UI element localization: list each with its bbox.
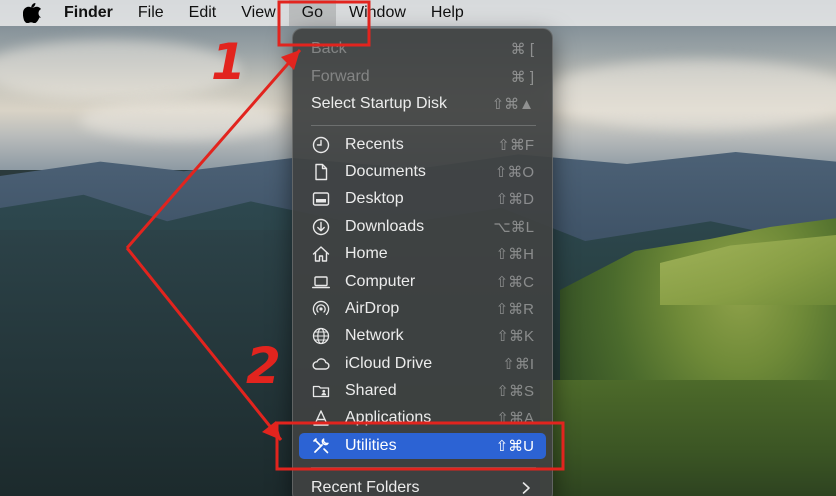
menu-item-utilities[interactable]: Utilities ⇧⌘U	[299, 433, 546, 459]
step-number-1: 1	[211, 33, 246, 91]
menu-item-label: Recents	[345, 136, 404, 153]
menu-item-label: AirDrop	[345, 300, 400, 317]
shared-folder-icon	[312, 385, 330, 398]
menu-help[interactable]: Help	[431, 0, 464, 26]
menu-item-label: Recent Folders	[311, 479, 420, 496]
menu-item-shortcut: ⇧⌘A	[496, 410, 534, 427]
menu-item-computer[interactable]: Computer ⇧⌘C	[299, 269, 546, 295]
menu-item-label: Applications	[345, 409, 432, 426]
menu-item-shortcut: ⇧⌘I	[502, 356, 534, 373]
clock-icon	[312, 136, 330, 154]
menu-item-forward[interactable]: Forward ⌘ ]	[299, 64, 546, 90]
menu-bar: Finder File Edit View Go Window Help	[0, 0, 836, 26]
menu-item-shortcut: ⇧⌘▲	[491, 96, 534, 113]
menu-go[interactable]: Go	[288, 0, 336, 26]
menu-item-shortcut: ⇧⌘D	[495, 191, 534, 208]
menu-item-label: Utilities	[345, 437, 397, 454]
menu-item-shortcut: ⇧⌘O	[494, 164, 534, 181]
step-number-2: 2	[246, 337, 281, 395]
menu-separator	[311, 467, 536, 468]
menu-file[interactable]: File	[138, 0, 164, 26]
tools-icon	[313, 438, 329, 454]
menu-item-downloads[interactable]: Downloads ⌥⌘L	[299, 214, 546, 240]
menu-item-label: Network	[345, 327, 404, 344]
menu-item-recents[interactable]: Recents ⇧⌘F	[299, 132, 546, 158]
cloud-icon	[312, 358, 330, 370]
menu-item-shortcut: ⌥⌘L	[493, 219, 534, 236]
menu-item-applications[interactable]: Applications ⇧⌘A	[299, 405, 546, 431]
menu-item-shortcut: ⇧⌘F	[497, 137, 534, 154]
menu-item-shortcut: ⌘ ]	[510, 69, 534, 86]
menu-item-label: Back	[311, 40, 347, 57]
airdrop-icon	[312, 300, 330, 316]
menu-item-shortcut: ⇧⌘K	[496, 328, 534, 345]
menu-finder[interactable]: Finder	[64, 0, 113, 26]
menu-item-desktop[interactable]: Desktop ⇧⌘D	[299, 186, 546, 212]
chevron-right-icon	[522, 482, 530, 494]
menu-item-network[interactable]: Network ⇧⌘K	[299, 323, 546, 349]
menu-item-shortcut: ⇧⌘H	[495, 246, 534, 263]
menu-item-select-startup-disk[interactable]: Select Startup Disk ⇧⌘▲	[299, 91, 546, 117]
menu-item-shortcut: ⇧⌘R	[495, 301, 534, 318]
menu-item-label: Shared	[345, 382, 397, 399]
menu-item-label: Select Startup Disk	[311, 95, 448, 112]
menu-item-shortcut: ⌘ [	[510, 41, 534, 58]
menu-item-shared[interactable]: Shared ⇧⌘S	[299, 378, 546, 404]
menu-edit[interactable]: Edit	[189, 0, 217, 26]
menu-item-documents[interactable]: Documents ⇧⌘O	[299, 159, 546, 185]
menu-item-home[interactable]: Home ⇧⌘H	[299, 241, 546, 267]
apple-logo-icon-svg	[23, 3, 41, 23]
laptop-icon	[312, 276, 330, 289]
menu-item-shortcut: ⇧⌘C	[495, 274, 534, 291]
menu-item-shortcut: ⇧⌘S	[496, 383, 534, 400]
menu-item-back[interactable]: Back ⌘ [	[299, 36, 546, 62]
home-icon	[312, 246, 330, 262]
menu-separator	[311, 125, 536, 126]
menu-item-label: Desktop	[345, 190, 404, 207]
menu-item-label: Downloads	[345, 218, 425, 235]
menu-item-shortcut: ⇧⌘U	[495, 438, 534, 455]
apple-logo-icon[interactable]	[22, 2, 42, 24]
menu-view[interactable]: View	[241, 0, 275, 26]
menu-window[interactable]: Window	[349, 0, 406, 26]
menu-item-label: Documents	[345, 163, 426, 180]
go-menu-dropdown: Back ⌘ [ Forward ⌘ ] Select Startup Disk…	[292, 28, 553, 496]
download-icon	[312, 218, 330, 236]
menu-item-recent-folders[interactable]: Recent Folders	[299, 475, 546, 496]
menu-item-icloud-drive[interactable]: iCloud Drive ⇧⌘I	[299, 351, 546, 377]
menu-item-label: Forward	[311, 68, 370, 85]
menu-item-airdrop[interactable]: AirDrop ⇧⌘R	[299, 296, 546, 322]
document-icon	[315, 163, 328, 181]
applications-icon	[313, 410, 329, 426]
menu-item-label: Computer	[345, 273, 416, 290]
menu-item-label: iCloud Drive	[345, 355, 433, 372]
wallpaper-cloud	[80, 100, 280, 140]
wallpaper-forest-bottom	[540, 380, 836, 496]
desktop-icon	[312, 192, 330, 206]
menu-item-label: Home	[345, 245, 388, 262]
globe-icon	[312, 327, 330, 345]
